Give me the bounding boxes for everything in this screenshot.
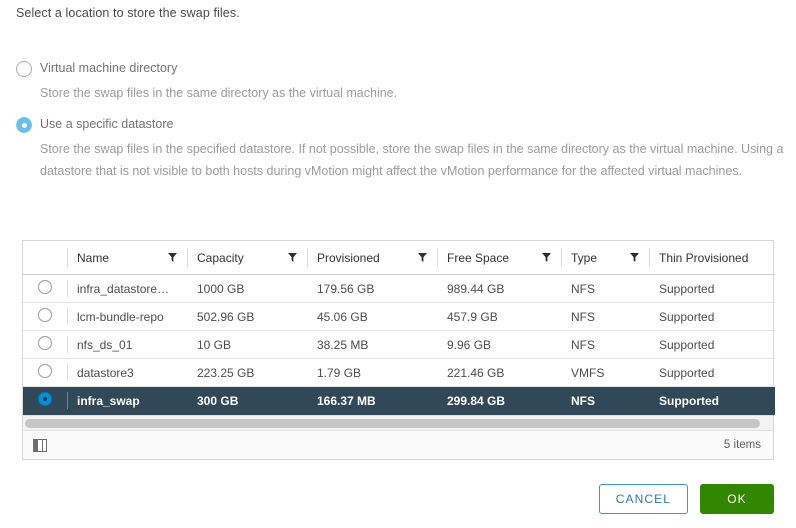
column-divider bbox=[67, 248, 68, 267]
cell-type: NFS bbox=[561, 302, 649, 331]
cell-provisioned: 1.79 GB bbox=[307, 358, 437, 387]
table-header: Name Capacity Provisioned Free Space Typ… bbox=[23, 241, 775, 275]
cell-type: NFS bbox=[561, 274, 649, 303]
radio-option-vm-directory-description: Store the swap files in the same directo… bbox=[40, 86, 398, 100]
horizontal-scrollbar[interactable] bbox=[23, 415, 773, 430]
cell-name: nfs_ds_01 bbox=[67, 330, 187, 359]
column-divider bbox=[649, 248, 650, 267]
cell-free-space: 221.46 GB bbox=[437, 358, 561, 387]
option-spacer bbox=[16, 104, 786, 116]
scrollbar-thumb[interactable] bbox=[25, 419, 760, 428]
filter-icon[interactable] bbox=[418, 253, 427, 262]
cell-capacity: 502.96 GB bbox=[187, 302, 307, 331]
dialog-footer: CANCEL OK bbox=[0, 484, 796, 514]
table-header-row: Name Capacity Provisioned Free Space Typ… bbox=[23, 241, 775, 275]
filter-icon[interactable] bbox=[542, 253, 551, 262]
header-type[interactable]: Type bbox=[561, 241, 649, 275]
cell-thin-provisioned: Supported bbox=[649, 330, 775, 359]
table-row[interactable]: nfs_ds_01 10 GB 38.25 MB 9.96 GB NFS Sup… bbox=[23, 330, 775, 359]
table-row-selected[interactable]: infra_swap 300 GB 166.37 MB 299.84 GB NF… bbox=[23, 386, 775, 415]
header-provisioned[interactable]: Provisioned bbox=[307, 241, 437, 275]
cell-free-space: 9.96 GB bbox=[437, 330, 561, 359]
header-select-column bbox=[23, 241, 67, 275]
header-capacity-label: Capacity bbox=[197, 250, 244, 265]
column-divider bbox=[561, 248, 562, 267]
datastore-grid: Name Capacity Provisioned Free Space Typ… bbox=[23, 241, 775, 415]
page-title: Select a location to store the swap file… bbox=[16, 6, 240, 20]
radio-selected-icon[interactable] bbox=[16, 117, 32, 133]
filter-icon[interactable] bbox=[288, 253, 297, 262]
row-radio-icon[interactable] bbox=[38, 280, 52, 294]
header-capacity[interactable]: Capacity bbox=[187, 241, 307, 275]
radio-option-specific-datastore-label: Use a specific datastore bbox=[40, 117, 174, 131]
cell-provisioned: 45.06 GB bbox=[307, 302, 437, 331]
row-radio-icon[interactable] bbox=[38, 364, 52, 378]
column-divider bbox=[437, 248, 438, 267]
cell-name: infra_datastore… bbox=[67, 274, 187, 303]
ok-button[interactable]: OK bbox=[700, 484, 774, 514]
cell-type: NFS bbox=[561, 386, 649, 415]
header-provisioned-label: Provisioned bbox=[317, 250, 380, 265]
header-name[interactable]: Name bbox=[67, 241, 187, 275]
row-select-cell[interactable] bbox=[23, 358, 67, 387]
row-select-cell[interactable] bbox=[23, 302, 67, 331]
items-count: 5 items bbox=[723, 439, 761, 451]
cell-name: infra_swap bbox=[67, 386, 187, 415]
cell-provisioned: 166.37 MB bbox=[307, 386, 437, 415]
header-thin-provisioned-label: Thin Provisioned bbox=[659, 250, 749, 265]
radio-option-specific-datastore[interactable]: Use a specific datastore bbox=[16, 116, 786, 138]
cell-free-space: 457.9 GB bbox=[437, 302, 561, 331]
filter-icon[interactable] bbox=[168, 253, 177, 262]
swap-location-radio-group: Virtual machine directory Store the swap… bbox=[16, 60, 786, 182]
header-name-label: Name bbox=[77, 250, 110, 265]
table-body: infra_datastore… 1000 GB 179.56 GB 989.4… bbox=[23, 274, 775, 415]
radio-option-specific-datastore-description: Store the swap files in the specified da… bbox=[40, 142, 784, 178]
table-row[interactable]: lcm-bundle-repo 502.96 GB 45.06 GB 457.9… bbox=[23, 302, 775, 331]
swap-file-location-dialog: Select a location to store the swap file… bbox=[0, 0, 796, 528]
radio-option-vm-directory-label: Virtual machine directory bbox=[40, 61, 178, 75]
cell-provisioned: 179.56 GB bbox=[307, 274, 437, 303]
row-radio-icon[interactable] bbox=[38, 308, 52, 322]
header-free-space[interactable]: Free Space bbox=[437, 241, 561, 275]
cell-capacity: 1000 GB bbox=[187, 274, 307, 303]
datastore-table: Name Capacity Provisioned Free Space Typ… bbox=[22, 240, 775, 460]
cell-free-space: 989.44 GB bbox=[437, 274, 561, 303]
filter-icon[interactable] bbox=[630, 253, 639, 262]
table-row[interactable]: datastore3 223.25 GB 1.79 GB 221.46 GB V… bbox=[23, 358, 775, 387]
cell-name: lcm-bundle-repo bbox=[67, 302, 187, 331]
cell-provisioned: 38.25 MB bbox=[307, 330, 437, 359]
radio-option-vm-directory[interactable]: Virtual machine directory bbox=[16, 60, 786, 82]
cell-capacity: 10 GB bbox=[187, 330, 307, 359]
cell-thin-provisioned: Supported bbox=[649, 386, 775, 415]
row-select-cell[interactable] bbox=[23, 274, 67, 303]
row-radio-icon[interactable] bbox=[38, 336, 52, 350]
cell-type: NFS bbox=[561, 330, 649, 359]
table-row[interactable]: infra_datastore… 1000 GB 179.56 GB 989.4… bbox=[23, 274, 775, 303]
header-type-label: Type bbox=[571, 250, 598, 265]
cancel-button[interactable]: CANCEL bbox=[598, 484, 688, 514]
column-divider bbox=[307, 248, 308, 267]
header-free-space-label: Free Space bbox=[447, 250, 510, 265]
cell-name: datastore3 bbox=[67, 358, 187, 387]
cell-type: VMFS bbox=[561, 358, 649, 387]
cell-capacity: 300 GB bbox=[187, 386, 307, 415]
column-divider bbox=[187, 248, 188, 267]
radio-unselected-icon[interactable] bbox=[16, 61, 32, 77]
columns-icon[interactable] bbox=[33, 438, 47, 452]
cell-free-space: 299.84 GB bbox=[437, 386, 561, 415]
cell-thin-provisioned: Supported bbox=[649, 358, 775, 387]
cell-thin-provisioned: Supported bbox=[649, 274, 775, 303]
cell-thin-provisioned: Supported bbox=[649, 302, 775, 331]
cell-capacity: 223.25 GB bbox=[187, 358, 307, 387]
row-select-cell[interactable] bbox=[23, 386, 67, 415]
header-thin-provisioned[interactable]: Thin Provisioned bbox=[649, 241, 775, 275]
table-footer: 5 items bbox=[23, 430, 773, 459]
row-select-cell[interactable] bbox=[23, 330, 67, 359]
row-radio-checked-icon[interactable] bbox=[38, 392, 52, 406]
